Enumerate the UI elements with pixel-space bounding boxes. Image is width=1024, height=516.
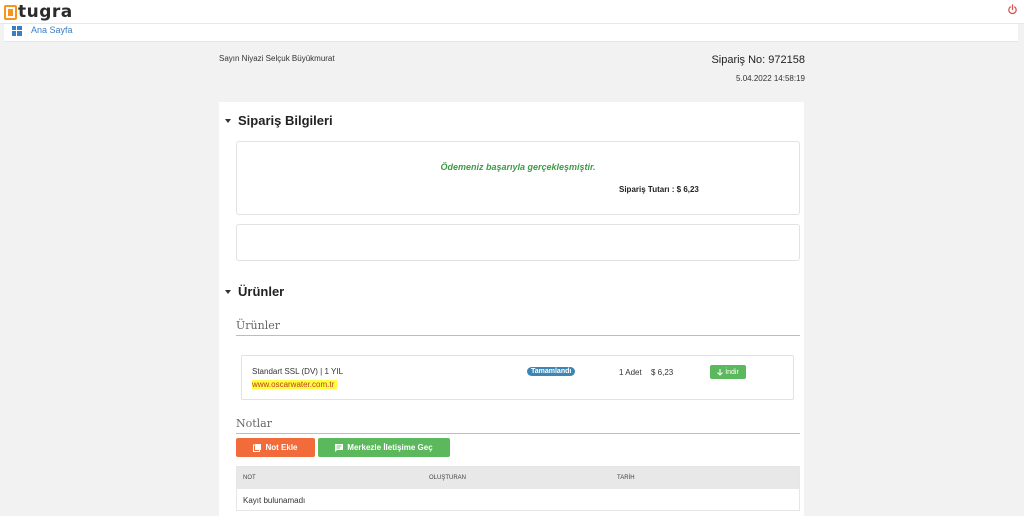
product-quantity: 1 Adet	[619, 368, 642, 377]
power-icon[interactable]	[1007, 4, 1018, 15]
contact-center-label: Merkezle İletişime Geç	[347, 443, 433, 452]
column-header-note: NOT	[243, 475, 256, 481]
download-button[interactable]: İndir	[710, 365, 746, 379]
download-label: İndir	[725, 368, 739, 376]
caret-down-icon	[225, 289, 231, 294]
products-toggle[interactable]: Ürünler	[225, 284, 284, 299]
status-badge: Tamamlandı	[527, 367, 576, 376]
product-domain: www.oscarwater.com.tr	[252, 380, 338, 389]
products-subheading: Ürünler	[236, 319, 800, 336]
note-icon	[253, 443, 262, 452]
etugra-logo[interactable]: tugra	[4, 2, 73, 22]
empty-info-box	[236, 224, 800, 261]
download-arrow-icon	[717, 368, 724, 376]
order-info-title: Sipariş Bilgileri	[238, 113, 333, 128]
breadcrumb-bar: Ana Sayfa	[4, 24, 1018, 42]
payment-status-box: Ödemeniz başarıyla gerçekleşmiştir. Sipa…	[236, 141, 800, 215]
column-header-date: TARİH	[617, 475, 635, 481]
payment-success-message: Ödemeniz başarıyla gerçekleşmiştir.	[440, 162, 596, 172]
order-date: 5.04.2022 14:58:19	[736, 74, 805, 83]
logo-mark	[4, 4, 17, 20]
column-header-creator: OLUŞTURAN	[429, 475, 467, 481]
home-link[interactable]: Ana Sayfa	[31, 25, 73, 35]
dashboard-icon[interactable]	[12, 26, 22, 36]
notes-empty-message: Kayıt bulunamadı	[243, 496, 306, 505]
logo-text: tugra	[18, 2, 73, 22]
order-info-toggle[interactable]: Sipariş Bilgileri	[225, 113, 333, 128]
chat-icon	[335, 443, 344, 452]
product-row: Standart SSL (DV) | 1 YIL www.oscarwater…	[241, 355, 794, 400]
product-name: Standart SSL (DV) | 1 YIL	[252, 367, 344, 376]
order-card: Sipariş Bilgileri Ödemeniz başarıyla ger…	[219, 102, 804, 516]
products-title: Ürünler	[238, 284, 285, 299]
contact-center-button[interactable]: Merkezle İletişime Geç	[318, 438, 450, 457]
caret-down-icon	[225, 118, 231, 123]
order-total: Sipariş Tutarı : $ 6,23	[619, 185, 699, 194]
notes-table-header: NOT OLUŞTURAN TARİH	[237, 467, 799, 489]
notes-subheading: Notlar	[236, 417, 800, 434]
add-note-label: Not Ekle	[265, 443, 298, 452]
top-bar: tugra	[0, 0, 1024, 24]
order-number: Sipariş No: 972158	[711, 54, 805, 66]
notes-table: NOT OLUŞTURAN TARİH Kayıt bulunamadı	[236, 466, 800, 511]
add-note-button[interactable]: Not Ekle	[236, 438, 315, 457]
customer-greeting: Sayın Niyazi Selçuk Büyükmurat	[219, 54, 335, 63]
product-price: $ 6,23	[651, 368, 674, 377]
